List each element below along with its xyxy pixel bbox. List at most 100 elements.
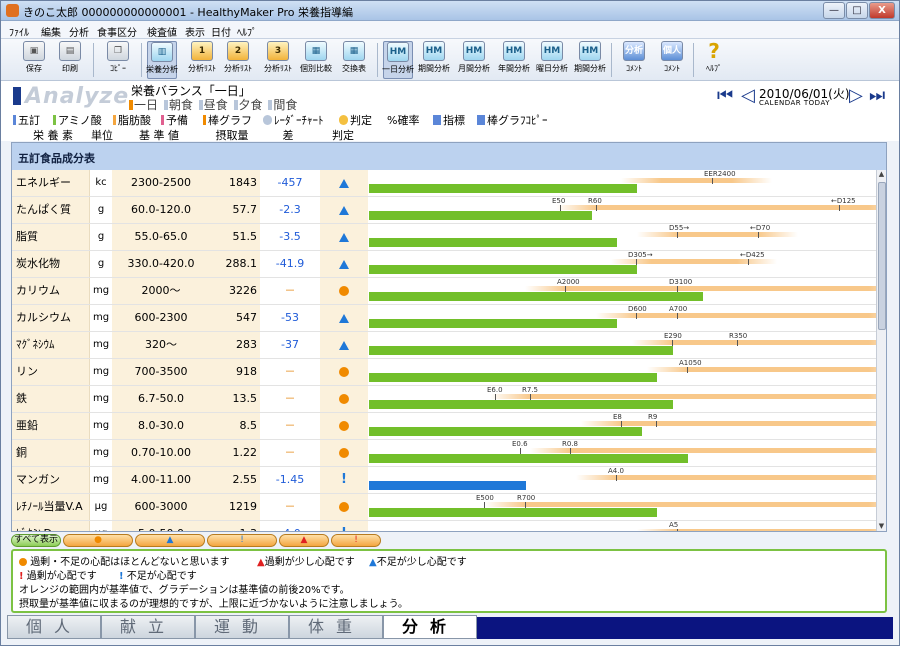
orange-dot-icon: [339, 394, 349, 404]
option-fatty-acid[interactable]: 脂肪酸: [113, 112, 151, 128]
judgment-mark: [320, 305, 368, 331]
difference-value: －: [260, 359, 320, 385]
option-amino-acid[interactable]: アミノ酸: [53, 112, 102, 128]
table-row[interactable]: リン mg 700-3500 918 － A1050: [12, 359, 876, 386]
nutrient-unit: mg: [90, 413, 112, 439]
today-link[interactable]: TODAY: [804, 99, 830, 107]
table-row[interactable]: マンガン mg 4.00-11.00 2.55 -1.45! A4.0: [12, 467, 876, 494]
menu-edit[interactable]: 編集: [41, 24, 61, 39]
menu-date[interactable]: 日付: [211, 24, 231, 39]
menu-view[interactable]: 表示: [185, 24, 205, 39]
reference-marker-label: R0.8: [562, 440, 578, 448]
title-bar: きのこ太郎 000000000000001 - HealthyMaker Pro…: [1, 1, 899, 21]
save-button[interactable]: ▣ 保存: [19, 41, 49, 79]
option-reserve[interactable]: 予備: [161, 112, 188, 128]
next-date-icon[interactable]: ▷: [849, 85, 863, 107]
option-bar-graph[interactable]: 棒グラフ: [203, 112, 252, 128]
term-analysis-button[interactable]: HM 期間分析: [574, 41, 606, 79]
vertical-scrollbar[interactable]: ▲ ▼: [876, 170, 886, 531]
analysis-comment-button[interactable]: 分析 ｺﾒﾝﾄ: [619, 41, 649, 79]
nutrient-name: たんぱく質: [12, 197, 90, 223]
option-probability[interactable]: %確率: [387, 112, 419, 128]
weekday-analysis-button[interactable]: HM 曜日分析: [536, 41, 568, 79]
filter-all-button[interactable]: すべて表示: [11, 534, 61, 547]
tab-personal[interactable]: 個人: [7, 615, 101, 639]
nutrient-unit: mg: [90, 440, 112, 466]
print-button[interactable]: ▤ 印刷: [55, 41, 85, 79]
copy-button[interactable]: ❐ ｺﾋﾟｰ: [103, 41, 133, 79]
reference-range-band: [556, 205, 876, 210]
maximize-button[interactable]: □: [846, 2, 868, 19]
menu-lab-values[interactable]: 検査値: [147, 24, 177, 39]
analysis-list-1-button[interactable]: 1 分析ﾘｽﾄ: [187, 41, 217, 79]
scroll-up-icon[interactable]: ▲: [877, 170, 886, 180]
table-row[interactable]: ﾏｸﾞﾈｼｳﾑ mg 320～ 283 -37 E290 R350: [12, 332, 876, 359]
reference-marker-label: A5: [669, 521, 679, 529]
personal-comment-button[interactable]: 個人 ｺﾒﾝﾄ: [657, 41, 687, 79]
intake-bar: [369, 508, 657, 517]
filter-slight-excess-button[interactable]: ▲: [279, 534, 329, 547]
difference-value: －: [260, 494, 320, 520]
scroll-thumb[interactable]: [878, 182, 886, 330]
filter-deficit-button[interactable]: !: [207, 534, 277, 547]
reference-range-band: [632, 340, 876, 345]
option-radar-chart[interactable]: ﾚｰﾀﾞｰﾁｬｰﾄ: [263, 112, 324, 128]
reference-value: 60.0-120.0: [112, 197, 210, 223]
exchange-table-button[interactable]: ▦ 交換表: [339, 41, 369, 79]
option-indicator[interactable]: 指標: [433, 112, 465, 128]
filter-slight-deficit-button[interactable]: ▲: [135, 534, 205, 547]
nutrient-name: リン: [12, 359, 90, 385]
tab-analysis[interactable]: 分析: [383, 615, 477, 639]
daily-analysis-button[interactable]: HM 一日分析: [382, 41, 414, 79]
last-date-icon[interactable]: ⏭: [869, 85, 885, 107]
calendar-link[interactable]: CALENDAR: [759, 99, 801, 107]
prev-date-icon[interactable]: ◁: [741, 85, 755, 107]
table-row[interactable]: エネルギー kc 2300-2500 1843 -457 EER2400: [12, 170, 876, 197]
nutrient-rows: エネルギー kc 2300-2500 1843 -457 EER2400 たんぱく質 g 60.…: [12, 170, 876, 531]
menu-analyze[interactable]: 分析: [69, 24, 89, 39]
app-window: きのこ太郎 000000000000001 - HealthyMaker Pro…: [0, 0, 900, 646]
table-row[interactable]: 銅 mg 0.70-10.00 1.22 － E0.6 R0.8: [12, 440, 876, 467]
table-row[interactable]: 亜鉛 mg 8.0-30.0 8.5 － E8 R9: [12, 413, 876, 440]
period-analysis-button[interactable]: HM 期間分析: [418, 41, 450, 79]
filter-excess-button[interactable]: !: [331, 534, 381, 547]
first-date-icon[interactable]: ⏮: [717, 85, 733, 107]
tab-weight[interactable]: 体重: [289, 615, 383, 639]
reference-marker-label: R7.5: [522, 386, 538, 394]
table-row[interactable]: カルシウム mg 600-2300 547 -53 D600 A700: [12, 305, 876, 332]
table-row[interactable]: ﾋﾞﾀﾐﾝDμg5.0-50.01.3-4.0! A5: [12, 521, 876, 531]
tab-exercise[interactable]: 運動: [195, 615, 289, 639]
individual-compare-button[interactable]: ▦ 個別比較: [300, 41, 332, 79]
intake-value: 3226: [210, 278, 260, 304]
analysis-list-3-button[interactable]: 3 分析ﾘｽﾄ: [263, 41, 293, 79]
difference-value: -457: [260, 170, 320, 196]
menu-file[interactable]: ﾌｧｲﾙ: [9, 24, 29, 39]
option-bar-graph-copy[interactable]: 棒グラﾌｺﾋﾟｰ: [477, 112, 548, 128]
close-button[interactable]: X: [869, 2, 895, 19]
table-row[interactable]: たんぱく質 g 60.0-120.0 57.7 -2.3 E50 R60 ←D125: [12, 197, 876, 224]
nutrient-name: ﾚﾁﾉｰﾙ当量V.A: [12, 494, 90, 520]
filter-ok-button[interactable]: ●: [63, 534, 133, 547]
table-row[interactable]: 脂質 g 55.0-65.0 51.5 -3.5 D55→ ←D70: [12, 224, 876, 251]
scroll-down-icon[interactable]: ▼: [877, 522, 886, 531]
option-judgment[interactable]: 判定: [339, 112, 372, 128]
yearly-analysis-button[interactable]: HM 年間分析: [498, 41, 530, 79]
tab-menu[interactable]: 献立: [101, 615, 195, 639]
table-row[interactable]: 鉄 mg 6.7-50.0 13.5 － E6.0 R7.5: [12, 386, 876, 413]
table-row[interactable]: 炭水化物 g 330.0-420.0 288.1 -41.9 D305→ ←D425: [12, 251, 876, 278]
menu-meal-type[interactable]: 食事区分: [97, 24, 137, 39]
minimize-button[interactable]: —: [823, 2, 845, 19]
status-area: [477, 617, 893, 639]
table-row[interactable]: カリウム mg 2000～ 3226 － A2000 D3100: [12, 278, 876, 305]
monthly-analysis-button[interactable]: HM 月間分析: [458, 41, 490, 79]
nutrition-analysis-button[interactable]: ▥ 栄養分析: [146, 41, 178, 79]
table-row[interactable]: ﾚﾁﾉｰﾙ当量V.A μg 600-3000 1219 － E500 R700: [12, 494, 876, 521]
reference-range-band: [611, 259, 777, 264]
menu-help[interactable]: ﾍﾙﾌﾟ: [237, 24, 257, 39]
judgment-mark: [320, 197, 368, 223]
analysis-list-2-button[interactable]: 2 分析ﾘｽﾄ: [223, 41, 253, 79]
option-gotei[interactable]: 五訂: [13, 112, 40, 128]
help-button[interactable]: ? ﾍﾙﾌﾟ: [699, 41, 729, 79]
reference-value: 320～: [112, 332, 210, 358]
table-title: 五訂食品成分表: [18, 152, 95, 165]
